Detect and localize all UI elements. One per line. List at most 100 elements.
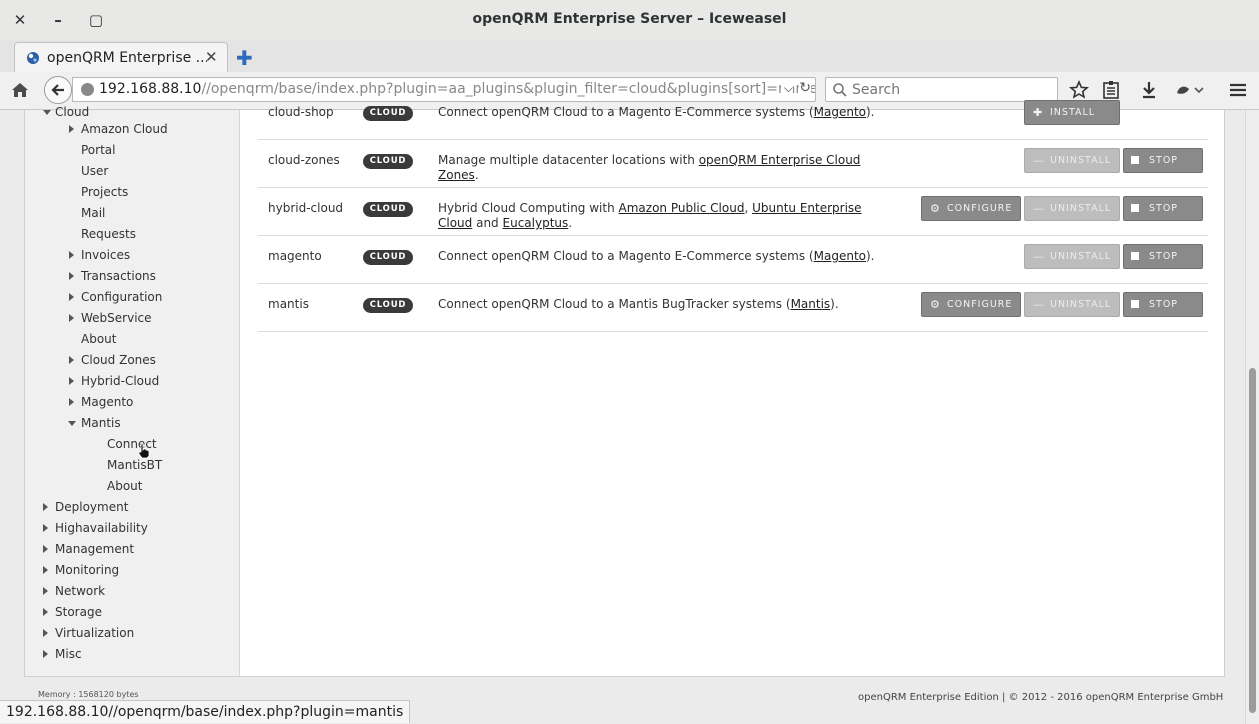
sidebar-item-label: Hybrid-Cloud	[81, 374, 160, 388]
desc-link[interactable]: Amazon Public Cloud	[619, 201, 745, 215]
category-badge: CLOUD	[363, 250, 413, 265]
copyright-footer: openQRM Enterprise Edition | © 2012 - 20…	[858, 692, 1224, 703]
button-label: CONFIGURE	[947, 299, 1013, 310]
stop-button[interactable]: STOP	[1123, 244, 1203, 269]
collapsed-arrow-icon	[69, 272, 74, 280]
button-label: UNINSTALL	[1050, 203, 1112, 214]
hamburger-menu-icon[interactable]	[1228, 80, 1248, 100]
stop-button[interactable]: STOP	[1123, 196, 1203, 221]
home-icon[interactable]	[10, 80, 30, 100]
window-titlebar: ✕ – ▢ openQRM Enterprise Server – Icewea…	[0, 0, 1259, 41]
openqrm-main-container: Cloud Amazon Cloud Portal User Projects Mail…	[24, 100, 1225, 677]
desc-text: ).	[865, 249, 875, 263]
sidebar-item-label: Highavailability	[55, 521, 148, 535]
page-scrollbar[interactable]	[1245, 110, 1259, 724]
plugin-list: cloud-shop CLOUD Connect openQRM Cloud t…	[240, 100, 1224, 676]
browser-tab[interactable]: openQRM Enterprise ... ✕	[14, 42, 228, 73]
stop-square-icon	[1131, 300, 1139, 308]
plugin-description: Connect openQRM Cloud to a Magento E-Com…	[438, 249, 898, 264]
sidebar-item-label: Amazon Cloud	[81, 122, 168, 136]
gear-icon: ⚙	[930, 298, 941, 311]
desc-link[interactable]: Magento	[814, 249, 866, 263]
uninstall-button[interactable]: — UNINSTALL	[1024, 244, 1120, 269]
collapsed-arrow-icon	[43, 608, 48, 616]
plugin-name: magento	[268, 249, 322, 263]
desc-text: Manage multiple datacenter locations wit…	[438, 153, 699, 167]
collapsed-arrow-icon	[43, 545, 48, 553]
sidebar-item-label: Monitoring	[55, 563, 120, 577]
collapsed-arrow-icon	[43, 503, 48, 511]
sidebar-item-label: Management	[55, 542, 135, 556]
sidebar-item-label: Deployment	[55, 500, 129, 514]
desc-text: Connect openQRM Cloud to a Magento E-Com…	[438, 249, 814, 263]
page-viewport: Cloud Amazon Cloud Portal User Projects Mail…	[0, 100, 1259, 724]
new-tab-button[interactable]: ✚	[236, 46, 253, 70]
desc-link[interactable]: Magento	[814, 105, 866, 119]
configure-button[interactable]: ⚙ CONFIGURE	[921, 196, 1021, 221]
site-info-icon[interactable]	[81, 83, 94, 96]
button-label: STOP	[1149, 299, 1179, 310]
sidebar-item-label: MantisBT	[107, 458, 163, 472]
plugin-row-hybrid-cloud: hybrid-cloud CLOUD Hybrid Cloud Computin…	[258, 188, 1208, 236]
plugin-name: cloud-zones	[268, 153, 340, 167]
collapsed-arrow-icon	[43, 650, 48, 658]
window-title: openQRM Enterprise Server – Iceweasel	[472, 11, 787, 27]
stop-button[interactable]: STOP	[1123, 148, 1203, 173]
install-button[interactable]: ✚ INSTALL	[1024, 100, 1120, 125]
url-host: 192.168.88.10	[99, 81, 202, 97]
back-button[interactable]	[44, 76, 72, 104]
sidebar-item-label: User	[81, 164, 109, 178]
tab-close-icon[interactable]: ✕	[205, 48, 218, 66]
memory-usage: Memory : 1568120 bytes	[38, 690, 139, 699]
desc-link[interactable]: Mantis	[791, 297, 831, 311]
minus-icon: —	[1033, 202, 1045, 215]
button-label: UNINSTALL	[1050, 299, 1112, 310]
plugin-description: Manage multiple datacenter locations wit…	[438, 153, 898, 183]
desc-text: Connect openQRM Cloud to a Mantis BugTra…	[438, 297, 791, 311]
collapsed-arrow-icon	[69, 356, 74, 364]
desc-text: and	[472, 216, 503, 230]
collapsed-arrow-icon	[69, 398, 74, 406]
collapsed-arrow-icon	[69, 125, 74, 133]
sidebar-item-label: Invoices	[81, 248, 131, 262]
minus-icon: —	[1033, 154, 1045, 167]
configure-button[interactable]: ⚙ CONFIGURE	[921, 292, 1021, 317]
sidebar-item-label: About	[81, 332, 117, 346]
desc-text: Hybrid Cloud Computing with	[438, 201, 619, 215]
tab-title: openQRM Enterprise ...	[47, 50, 207, 66]
category-badge: CLOUD	[363, 106, 413, 121]
sidebar-item-label: Network	[55, 584, 106, 598]
plugin-description: Hybrid Cloud Computing with Amazon Publi…	[438, 201, 898, 231]
stop-square-icon	[1131, 204, 1139, 212]
expanded-arrow-icon	[43, 110, 51, 115]
button-label: UNINSTALL	[1050, 251, 1112, 262]
desc-text: .	[474, 168, 479, 182]
sidebar-item-label: Configuration	[81, 290, 163, 304]
button-label: STOP	[1149, 155, 1179, 166]
minus-icon: —	[1033, 250, 1045, 263]
uninstall-button[interactable]: — UNINSTALL	[1024, 196, 1120, 221]
desc-link[interactable]: Eucalyptus	[503, 216, 569, 230]
button-label: UNINSTALL	[1050, 155, 1112, 166]
collapsed-arrow-icon	[43, 524, 48, 532]
desc-text: .	[568, 216, 573, 230]
sidebar-item-label: Misc	[55, 647, 82, 661]
plugin-description: Connect openQRM Cloud to a Magento E-Com…	[438, 105, 898, 120]
desc-text: ).	[865, 105, 875, 119]
stop-square-icon	[1131, 156, 1139, 164]
plugin-name: mantis	[268, 297, 309, 311]
sidebar-item-label: Cloud	[55, 105, 90, 119]
plugin-name: cloud-shop	[268, 105, 334, 119]
uninstall-button[interactable]: — UNINSTALL	[1024, 292, 1120, 317]
collapsed-arrow-icon	[43, 629, 48, 637]
link-status-bar: 192.168.88.10//openqrm/base/index.php?pl…	[0, 700, 411, 723]
plugin-row-cloud-zones: cloud-zones CLOUD Manage multiple datace…	[258, 140, 1208, 188]
stop-button[interactable]: STOP	[1123, 292, 1203, 317]
desc-text: ,	[744, 201, 753, 215]
category-badge: CLOUD	[363, 202, 413, 217]
sidebar-item-label: Mantis	[81, 416, 121, 430]
uninstall-button[interactable]: — UNINSTALL	[1024, 148, 1120, 173]
scrollbar-thumb[interactable]	[1249, 368, 1256, 713]
plus-icon: ✚	[1033, 106, 1044, 119]
sidebar-navigation: Cloud Amazon Cloud Portal User Projects Mail…	[25, 105, 240, 676]
